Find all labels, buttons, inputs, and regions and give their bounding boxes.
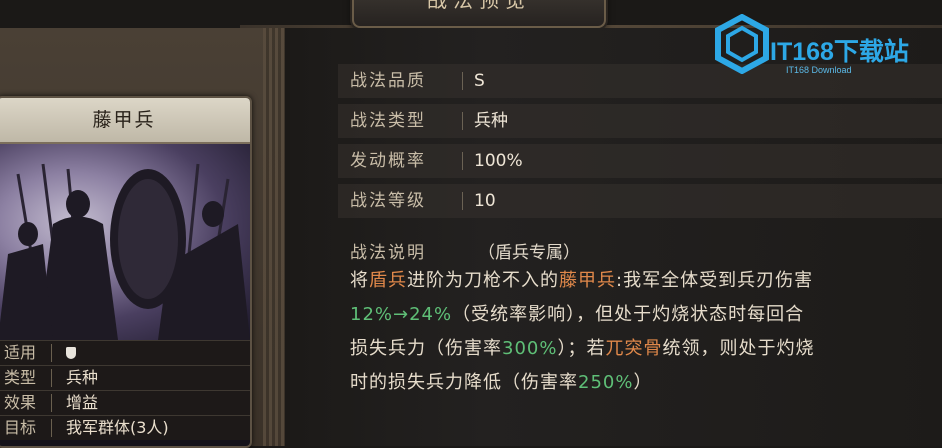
soldiers-silhouette-image	[0, 163, 250, 340]
description-line: 时的损失兵力降低（伤害率250%）	[350, 368, 652, 398]
info-key: 适用	[4, 343, 37, 362]
info-value: 兵种	[66, 368, 99, 387]
info-value: 我军群体(3人)	[66, 418, 169, 437]
stat-row-type: 战法类型 兵种	[338, 104, 942, 138]
highlight-text: 300%	[502, 338, 558, 359]
description-text: 损失兵力（伤害率	[350, 338, 502, 359]
hexagon-logo-icon	[715, 14, 769, 74]
page-title: 战法预览	[427, 0, 531, 12]
shield-icon	[66, 347, 76, 359]
info-value	[66, 341, 76, 366]
info-key: 效果	[4, 393, 37, 412]
stat-value: S	[474, 71, 485, 91]
description-text: （受统率影响），但处于灼烧状态时每回合	[452, 304, 805, 325]
stat-divider	[462, 152, 463, 170]
card-panel: 藤甲兵 适用 类型 兵种 效果 增益 目标 我军群体(3人)	[0, 28, 285, 448]
info-key: 类型	[4, 368, 37, 387]
description-line: 将盾兵进阶为刀枪不入的藤甲兵:我军全体受到兵刃伤害	[350, 266, 813, 296]
stat-value: 100%	[474, 151, 523, 171]
stat-divider	[462, 192, 463, 210]
info-value: 增益	[66, 393, 99, 412]
info-row-type: 类型 兵种	[0, 365, 250, 390]
description-line: 12%→24%（受统率影响），但处于灼烧状态时每回合	[350, 300, 804, 330]
description-text: :我军全体受到兵刃伤害	[616, 270, 814, 291]
description-line: 损失兵力（伤害率300%）；若兀突骨统领，则处于灼烧	[350, 334, 814, 364]
stat-label: 战法等级	[350, 191, 426, 211]
page-title-tab: 战法预览	[352, 0, 606, 28]
info-separator	[51, 419, 52, 437]
stat-divider	[462, 112, 463, 130]
info-row-target: 目标 我军群体(3人)	[0, 415, 250, 440]
description-label: 战法说明	[350, 243, 426, 263]
info-separator	[51, 394, 52, 412]
stat-divider	[462, 72, 463, 90]
description-text: ）；若	[557, 338, 606, 359]
highlight-text: 12%→24%	[350, 304, 453, 325]
stat-row-level: 战法等级 10	[338, 184, 942, 218]
description-text: 时的损失兵力降低（伤害率	[350, 372, 578, 393]
info-row-effect: 效果 增益	[0, 390, 250, 415]
details-panel: 战法品质 S 战法类型 兵种 发动概率 100% 战法等级 10 战法说明 （盾…	[290, 28, 942, 446]
tactic-card[interactable]: 藤甲兵 适用 类型 兵种 效果 增益 目标 我军群体(3人)	[0, 96, 252, 448]
stat-label: 发动概率	[350, 151, 426, 171]
watermark-logo: IT168下载站 IT168 Download	[712, 10, 942, 80]
card-illustration	[0, 144, 250, 340]
stat-value: 10	[474, 191, 496, 211]
description-text: ）	[633, 372, 653, 393]
card-header: 藤甲兵	[0, 98, 250, 144]
highlight-text: 藤甲兵	[559, 270, 616, 291]
stat-label: 战法品质	[350, 71, 426, 91]
description-note: （盾兵专属）	[478, 243, 580, 263]
description-text: 将	[350, 270, 369, 291]
info-row-applicable: 适用	[0, 340, 250, 365]
highlight-text: 盾兵	[369, 270, 407, 291]
description-text: 进阶为刀枪不入的	[407, 270, 559, 291]
watermark-text: IT168下载站	[770, 38, 909, 66]
watermark-subtext: IT168 Download	[786, 65, 852, 75]
highlight-text: 兀突骨	[605, 338, 663, 359]
stat-value: 兵种	[474, 111, 508, 131]
card-title: 藤甲兵	[92, 109, 156, 131]
info-separator	[51, 344, 52, 362]
stat-row-probability: 发动概率 100%	[338, 144, 942, 178]
highlight-text: 250%	[578, 372, 634, 393]
description-text: 统领，则处于灼烧	[662, 338, 815, 359]
info-separator	[51, 369, 52, 387]
stat-label: 战法类型	[350, 111, 426, 131]
info-key: 目标	[4, 418, 37, 437]
